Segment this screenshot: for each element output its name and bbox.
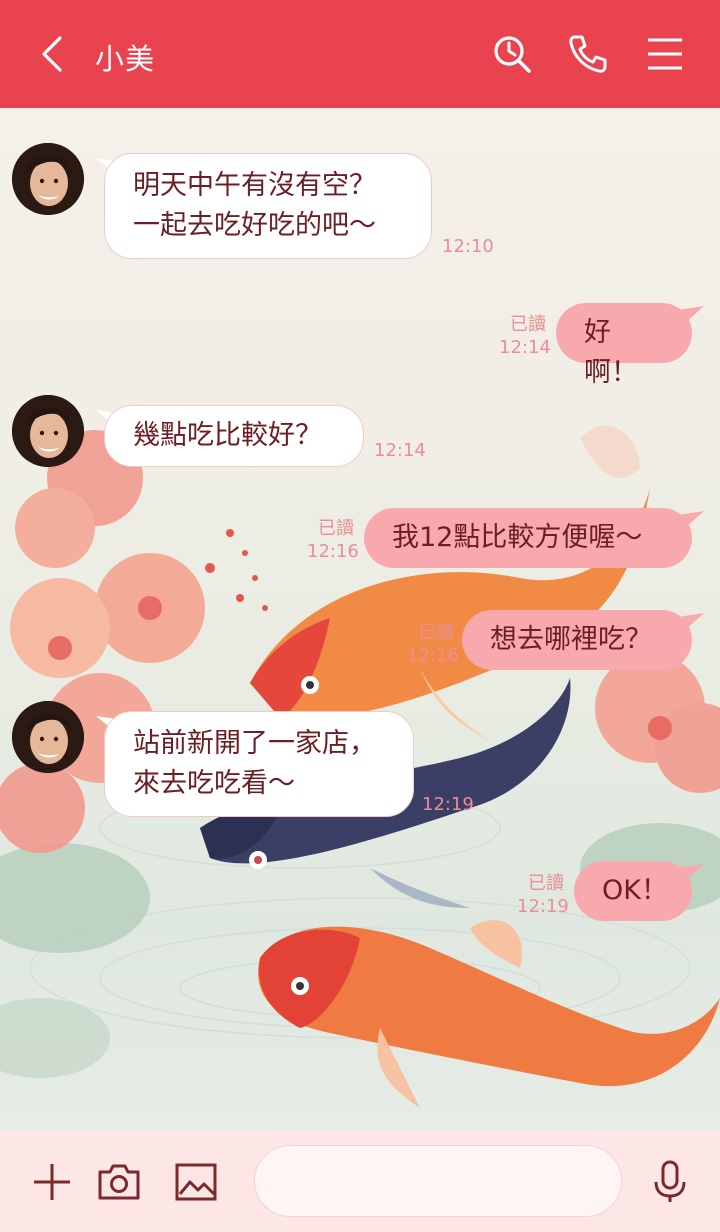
avatar-portrait-icon — [12, 143, 84, 215]
read-receipt: 已讀 — [318, 518, 354, 539]
read-receipt: 已讀 — [418, 622, 454, 643]
message-time: 12:14 — [374, 440, 426, 461]
message-time: 12:19 — [422, 794, 474, 815]
message-time: 12:19 — [517, 896, 569, 917]
message-bubble-incoming[interactable]: 明天中午有沒有空？ 一起去吃好吃的吧～ — [104, 153, 432, 259]
camera-icon[interactable] — [97, 1160, 141, 1204]
read-receipt: 已讀 — [510, 314, 546, 335]
message-input[interactable] — [254, 1145, 622, 1217]
phone-icon[interactable] — [566, 32, 610, 76]
message-bubble-outgoing[interactable]: OK！ — [574, 861, 692, 921]
bubble-tail — [678, 511, 704, 529]
chat-area[interactable]: 明天中午有沒有空？ 一起去吃好吃的吧～ 12:10 已讀 12:14 好啊！ 幾… — [0, 108, 720, 1130]
contact-avatar[interactable] — [12, 395, 84, 467]
chat-header: 小美 — [0, 0, 720, 108]
plus-icon[interactable] — [30, 1160, 74, 1204]
avatar-portrait-icon — [12, 395, 84, 467]
chevron-left-icon[interactable] — [34, 34, 74, 74]
message-bubble-incoming[interactable]: 站前新開了一家店， 來去吃吃看～ — [104, 711, 414, 817]
message-time: 12:16 — [407, 645, 459, 666]
message-time: 12:14 — [499, 337, 551, 358]
read-receipt: 已讀 — [528, 873, 564, 894]
bubble-tail — [678, 864, 704, 882]
menu-icon[interactable] — [644, 32, 688, 76]
message-time: 12:16 — [307, 541, 359, 562]
search-icon[interactable] — [490, 32, 534, 76]
message-time: 12:10 — [442, 236, 494, 257]
chat-title: 小美 — [95, 42, 156, 76]
message-bubble-outgoing[interactable]: 我12點比較方便喔～ — [364, 508, 692, 568]
contact-avatar[interactable] — [12, 701, 84, 773]
bubble-tail — [678, 613, 704, 631]
message-bubble-incoming[interactable]: 幾點吃比較好？ — [104, 405, 364, 467]
bubble-tail — [678, 306, 704, 324]
message-bubble-outgoing[interactable]: 好啊！ — [556, 303, 692, 388]
image-icon[interactable] — [174, 1160, 218, 1204]
avatar-portrait-icon — [12, 701, 84, 773]
microphone-icon[interactable] — [648, 1160, 692, 1204]
message-bubble-outgoing[interactable]: 想去哪裡吃？ — [462, 610, 692, 670]
contact-avatar[interactable] — [12, 143, 84, 215]
